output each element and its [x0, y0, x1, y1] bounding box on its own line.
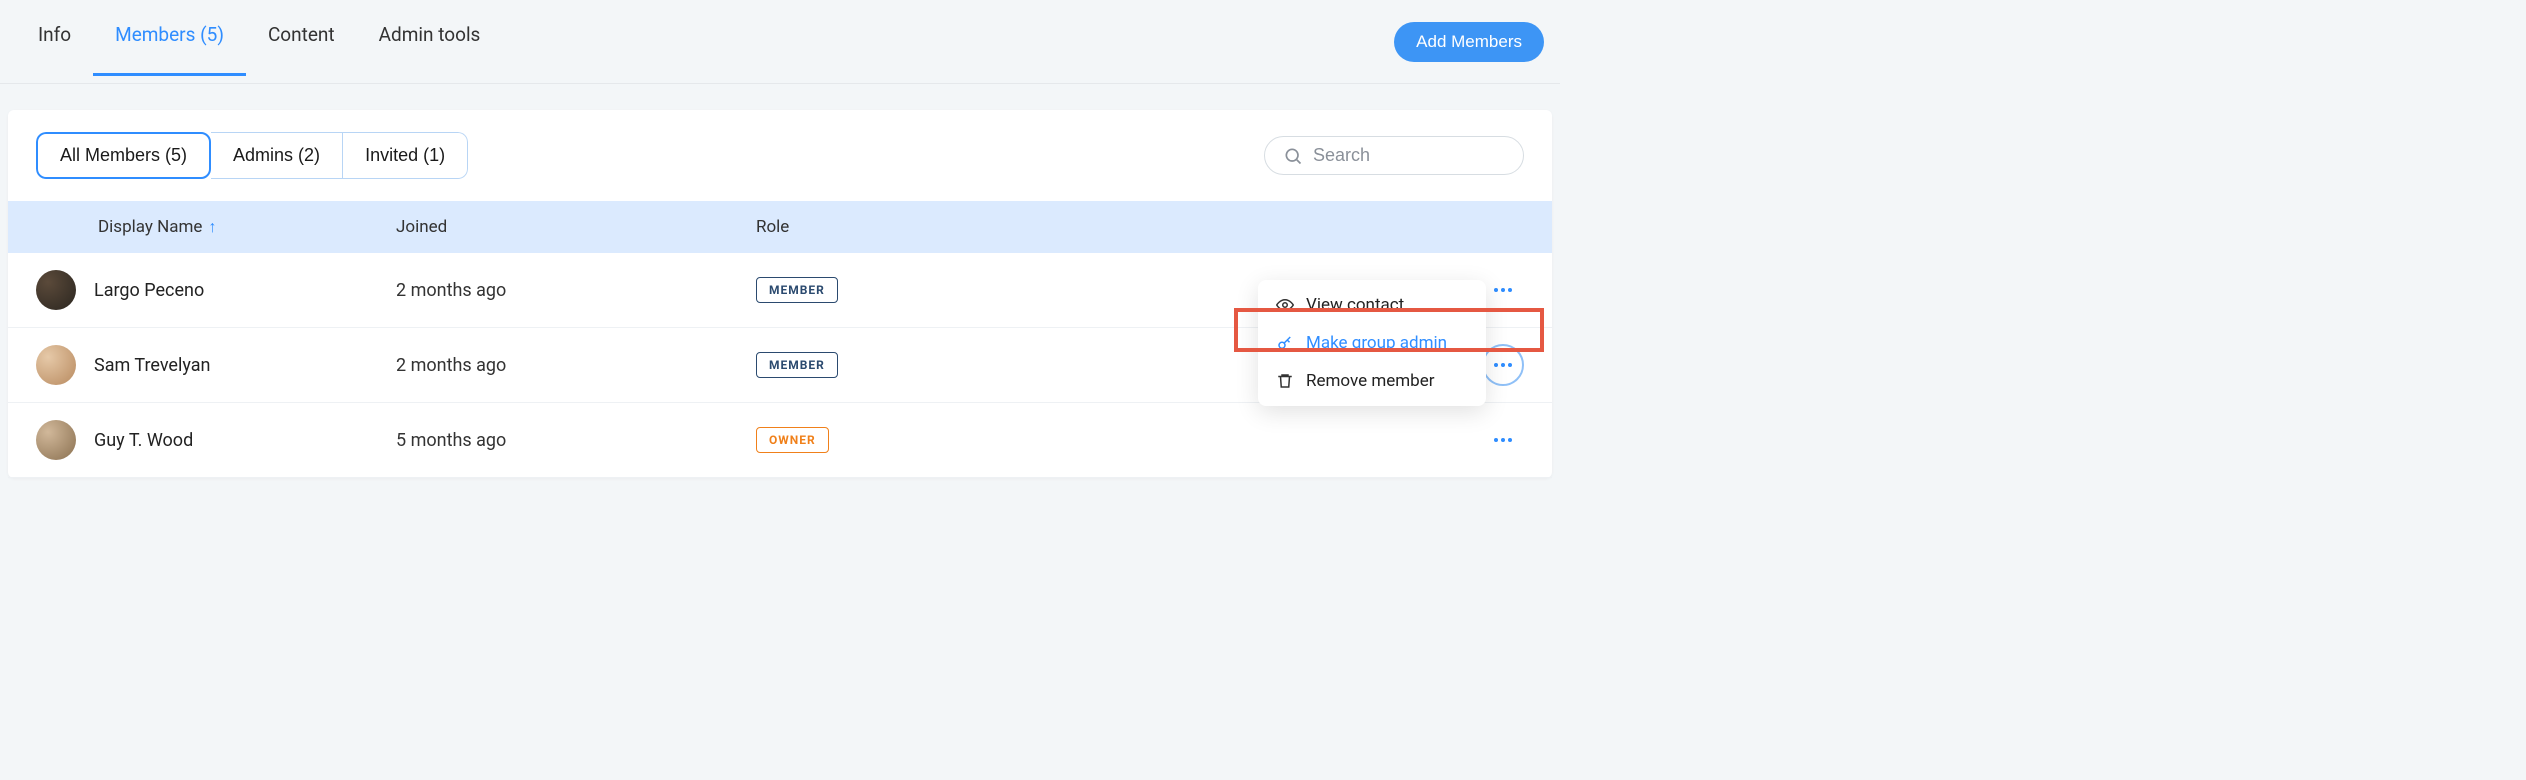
row-actions-button[interactable] — [1482, 344, 1524, 386]
role-badge: OWNER — [756, 427, 829, 453]
tab-admin-tools[interactable]: Admin tools — [357, 7, 503, 76]
key-icon — [1276, 334, 1294, 352]
cell-joined: 2 months ago — [396, 355, 756, 376]
members-card: All Members (5) Admins (2) Invited (1) D… — [8, 110, 1552, 478]
table-row: Sam Trevelyan 2 months ago MEMBER View c… — [8, 328, 1552, 403]
more-icon — [1494, 438, 1512, 442]
dropdown-label: View contact — [1306, 295, 1404, 315]
search-field[interactable] — [1264, 136, 1524, 175]
tab-members[interactable]: Members (5) — [93, 7, 246, 76]
col-header-name-label: Display Name — [98, 217, 202, 237]
tab-info[interactable]: Info — [16, 7, 93, 76]
member-name[interactable]: Sam Trevelyan — [94, 355, 210, 376]
dropdown-view-contact[interactable]: View contact — [1258, 286, 1486, 324]
more-icon — [1494, 288, 1512, 292]
search-input[interactable] — [1313, 145, 1505, 166]
cell-joined: 5 months ago — [396, 430, 756, 451]
dropdown-make-admin[interactable]: Make group admin — [1258, 324, 1486, 362]
cell-name: Sam Trevelyan — [36, 345, 396, 385]
avatar — [36, 270, 76, 310]
trash-icon — [1276, 372, 1294, 390]
row-actions-dropdown: View contact Make group admin Remove mem… — [1258, 280, 1486, 406]
tab-content[interactable]: Content — [246, 7, 357, 76]
dropdown-label: Remove member — [1306, 371, 1434, 391]
col-header-name[interactable]: Display Name ↑ — [36, 217, 396, 237]
more-icon — [1494, 363, 1512, 367]
avatar — [36, 345, 76, 385]
table-header: Display Name ↑ Joined Role — [8, 201, 1552, 253]
row-actions-button[interactable] — [1482, 269, 1524, 311]
table-row: Guy T. Wood 5 months ago OWNER — [8, 403, 1552, 478]
member-name[interactable]: Largo Peceno — [94, 280, 204, 301]
col-header-joined[interactable]: Joined — [396, 217, 756, 237]
cell-joined: 2 months ago — [396, 280, 756, 301]
filter-admins[interactable]: Admins (2) — [211, 132, 343, 179]
col-header-role[interactable]: Role — [756, 217, 1524, 237]
sort-ascending-icon: ↑ — [208, 217, 216, 237]
cell-name: Guy T. Wood — [36, 420, 396, 460]
add-members-button[interactable]: Add Members — [1394, 22, 1544, 62]
filter-invited[interactable]: Invited (1) — [343, 132, 468, 179]
search-icon — [1283, 146, 1303, 166]
navbar: Info Members (5) Content Admin tools Add… — [0, 0, 1560, 84]
avatar — [36, 420, 76, 460]
role-badge: MEMBER — [756, 277, 838, 303]
cell-role: OWNER — [756, 427, 1482, 453]
nav-tabs: Info Members (5) Content Admin tools — [16, 7, 502, 76]
filter-all-members[interactable]: All Members (5) — [36, 132, 211, 179]
eye-icon — [1276, 296, 1294, 314]
row-actions-button[interactable] — [1482, 419, 1524, 461]
dropdown-label: Make group admin — [1306, 333, 1447, 353]
filter-group: All Members (5) Admins (2) Invited (1) — [36, 132, 468, 179]
dropdown-remove-member[interactable]: Remove member — [1258, 362, 1486, 400]
role-badge: MEMBER — [756, 352, 838, 378]
filters-row: All Members (5) Admins (2) Invited (1) — [8, 110, 1552, 201]
member-name[interactable]: Guy T. Wood — [94, 430, 193, 451]
cell-name: Largo Peceno — [36, 270, 396, 310]
